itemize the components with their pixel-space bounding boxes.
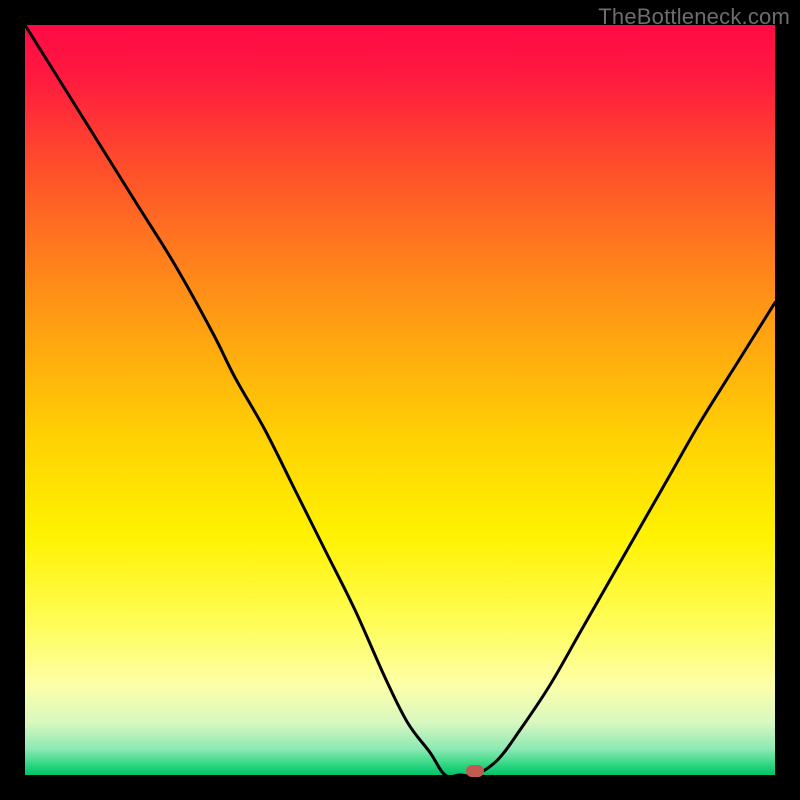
plot-area (25, 25, 775, 775)
watermark-text: TheBottleneck.com (598, 4, 790, 30)
optimal-marker (466, 765, 484, 777)
bottleneck-curve (25, 25, 775, 775)
chart-frame: TheBottleneck.com (0, 0, 800, 800)
